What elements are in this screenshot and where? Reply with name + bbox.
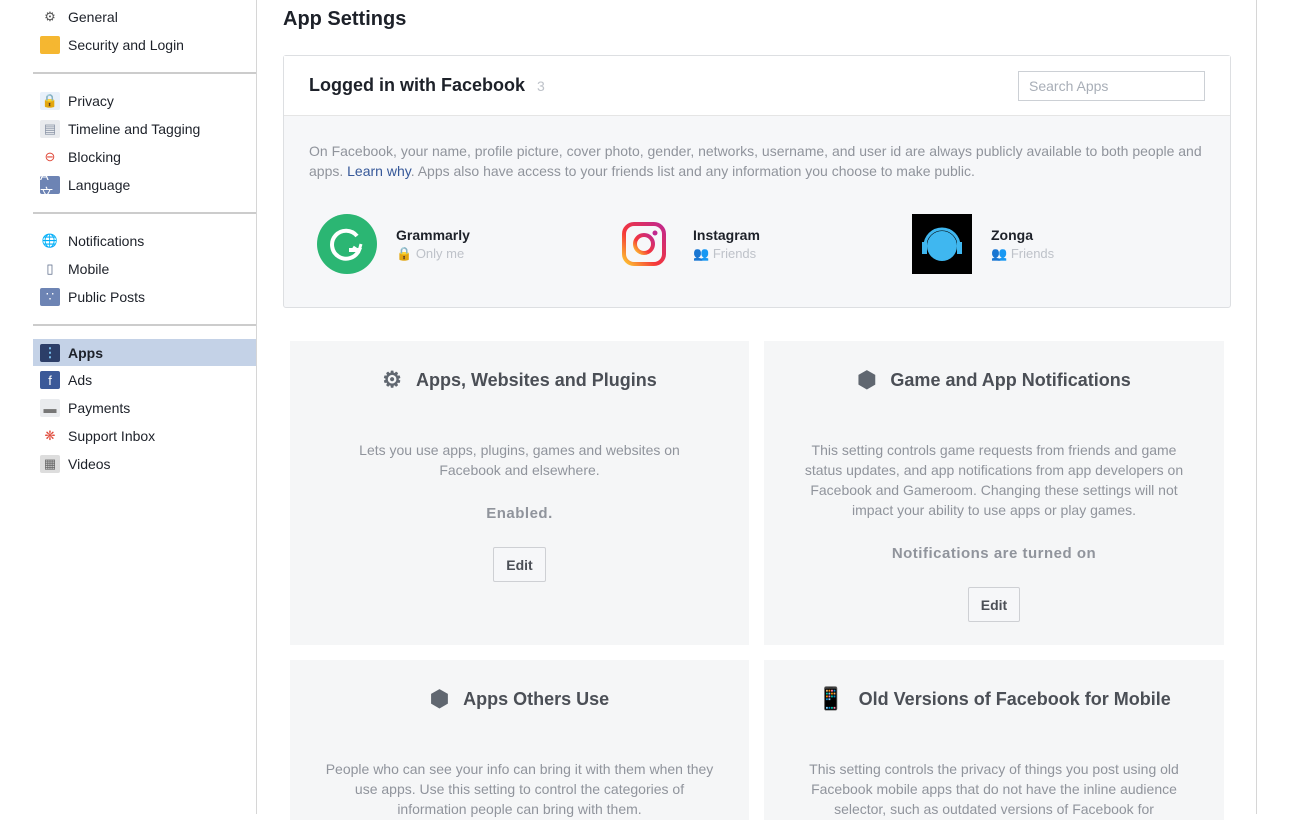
card-apps-others-use: ⬢ Apps Others Use People who can see your… [290, 660, 749, 820]
sidebar-item-label: Ads [68, 372, 93, 388]
app-privacy: Only me [415, 245, 465, 261]
sidebar-item-language[interactable]: A文 Language [33, 168, 256, 201]
card-description: People who can see your info can bring i… [325, 761, 714, 817]
sidebar-item-videos[interactable]: ▦ Videos [33, 450, 256, 478]
sidebar-item-label: Security and Login [68, 37, 184, 53]
divider [1256, 0, 1257, 814]
card-description: Lets you use apps, plugins, games and we… [359, 442, 680, 478]
instagram-logo [622, 222, 666, 266]
gears-icon: ⚙ [40, 8, 60, 26]
card-status: Notifications are turned on [891, 545, 1097, 562]
app-instagram[interactable]: Instagram 👥 Friends [614, 214, 760, 274]
sidebar-item-general[interactable]: ⚙ General [33, 3, 256, 31]
edit-button[interactable]: Edit [493, 547, 546, 582]
panel-description: On Facebook, your name, profile picture,… [284, 116, 1230, 181]
cube-icon: ⬢ [857, 367, 877, 392]
search-apps-input[interactable] [1018, 71, 1205, 101]
grammarly-logo [317, 214, 377, 274]
card-title: Old Versions of Facebook for Mobile [858, 688, 1171, 709]
logged-in-apps-panel: Logged in with Facebook 3 On Facebook, y… [283, 55, 1231, 308]
sidebar-item-public-posts[interactable]: ∵ Public Posts [33, 283, 256, 311]
sidebar-item-label: Privacy [68, 93, 114, 109]
panel-title: Logged in with Facebook [309, 75, 525, 95]
friends-icon: 👥 [991, 245, 1008, 261]
sidebar-item-privacy[interactable]: 🔒 Privacy [33, 87, 256, 115]
film-icon: ▦ [40, 455, 60, 473]
sidebar-item-label: Payments [68, 400, 131, 416]
app-name: Zonga [991, 226, 1033, 243]
friends-icon: 👥 [693, 245, 710, 261]
sidebar-item-label: Videos [68, 456, 111, 472]
gear-icon: ⚙ [382, 367, 402, 392]
sidebar-item-apps[interactable]: ⋮ Apps [33, 339, 256, 366]
sidebar-item-security-and-login[interactable]: ◆ Security and Login [33, 31, 256, 59]
card-old-mobile-versions: 📱 Old Versions of Facebook for Mobile Thi… [764, 660, 1224, 820]
timeline-icon: ▤ [40, 120, 60, 138]
sidebar-group: 🌐 Notifications ▯ Mobile ∵ Public Posts [33, 214, 256, 326]
card-apps-websites-plugins: ⚙ Apps, Websites and Plugins Lets you use… [290, 341, 749, 645]
app-privacy: Friends [1010, 245, 1055, 261]
sidebar-item-label: Apps [68, 344, 103, 361]
card-title: Apps, Websites and Plugins [416, 369, 657, 390]
settings-sidebar: ⚙ General ◆ Security and Login 🔒 Privacy ▤ Time… [33, 0, 256, 491]
ads-icon: f [40, 371, 60, 389]
app-name: Instagram [693, 226, 760, 243]
lock-icon: 🔒 [40, 92, 60, 110]
card-description: This setting controls game requests from… [804, 442, 1184, 518]
sidebar-group: ⋮ Apps f Ads ▬ Payments ❋ Support Inbox ▦ Videos [33, 326, 256, 491]
card-status: Enabled. [486, 505, 553, 522]
sidebar-item-label: Notifications [68, 233, 145, 249]
app-count: 3 [537, 77, 545, 94]
lock-icon: 🔒 [396, 245, 413, 261]
sidebar-item-label: Blocking [68, 149, 121, 165]
page-title: App Settings [283, 8, 407, 30]
apps-icon: ⋮ [40, 343, 60, 362]
sidebar-group: ⚙ General ◆ Security and Login [33, 0, 256, 74]
panel-header: Logged in with Facebook 3 [284, 56, 1230, 116]
app-grammarly[interactable]: Grammarly 🔒 Only me [317, 214, 470, 274]
sidebar-item-notifications[interactable]: 🌐 Notifications [33, 227, 256, 255]
mobile-icon: ▯ [40, 260, 60, 278]
card-description: This setting controls the privacy of thi… [809, 761, 1179, 817]
divider [256, 0, 257, 814]
rss-icon: ∵ [40, 288, 60, 306]
learn-why-link[interactable]: Learn why [347, 163, 411, 179]
desc-text: . Apps also have access to your friends … [410, 163, 975, 179]
app-name: Grammarly [396, 226, 470, 243]
language-icon: A文 [40, 168, 60, 201]
sidebar-item-support-inbox[interactable]: ❋ Support Inbox [33, 422, 256, 450]
zonga-logo [912, 214, 972, 274]
cube-icon: ⬢ [429, 686, 450, 711]
card-title: Apps Others Use [463, 688, 610, 709]
app-zonga[interactable]: Zonga 👥 Friends [912, 214, 1054, 274]
credit-card-icon: ▬ [40, 399, 60, 417]
sidebar-item-label: Timeline and Tagging [68, 121, 201, 137]
sidebar-group: 🔒 Privacy ▤ Timeline and Tagging ⊖ Blocking A文… [33, 74, 256, 214]
card-game-app-notifications: ⬢ Game and App Notifications This setting… [764, 341, 1224, 645]
mobile-icon: 📱 [817, 686, 845, 711]
app-privacy: Friends [712, 245, 757, 261]
sidebar-item-timeline-and-tagging[interactable]: ▤ Timeline and Tagging [33, 115, 256, 143]
sidebar-item-label: Public Posts [68, 289, 146, 305]
sidebar-item-mobile[interactable]: ▯ Mobile [33, 255, 256, 283]
sidebar-item-ads[interactable]: f Ads [33, 366, 256, 394]
sidebar-item-label: General [68, 9, 118, 25]
lifebuoy-icon: ❋ [40, 427, 60, 445]
edit-button[interactable]: Edit [967, 587, 1021, 622]
sidebar-item-payments[interactable]: ▬ Payments [33, 394, 256, 422]
block-icon: ⊖ [40, 148, 60, 166]
sidebar-item-label: Support Inbox [68, 428, 156, 444]
card-title: Game and App Notifications [890, 369, 1131, 390]
globe-icon: 🌐 [40, 232, 60, 250]
sidebar-item-label: Mobile [68, 261, 110, 277]
sidebar-item-blocking[interactable]: ⊖ Blocking [33, 143, 256, 171]
badge-icon: ◆ [40, 36, 60, 54]
sidebar-item-label: Language [68, 177, 131, 193]
